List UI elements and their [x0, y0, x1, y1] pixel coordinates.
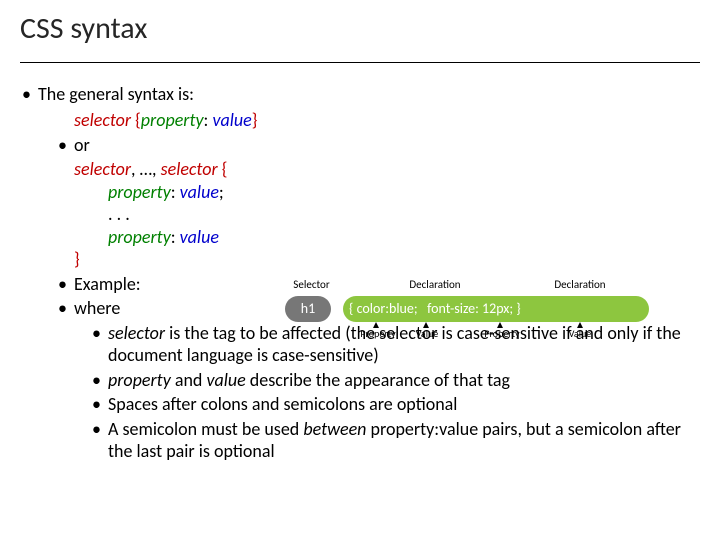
- w2-rest: describe the appearance of that tag: [246, 369, 510, 391]
- css-rule-diagram: Selector Declaration Declaration h1 { co…: [285, 278, 665, 358]
- tok-property: property: [141, 109, 204, 131]
- bullet-general: The general syntax is:: [20, 83, 700, 106]
- tok-lbrace: {: [131, 109, 141, 131]
- syntax2-line4: property: value: [74, 226, 700, 249]
- diagram-decl-2: font-size: 12px;: [427, 300, 513, 317]
- bullet-or: or: [20, 134, 700, 157]
- w2-property: property: [108, 369, 171, 391]
- w2-value: value: [206, 369, 245, 391]
- tok2-lbrace: {: [218, 158, 228, 180]
- syntax-line-1: selector {property: value}: [20, 109, 700, 132]
- tok2-comma: , …,: [131, 158, 161, 180]
- syntax2-line1: selector, …, selector {: [74, 158, 700, 181]
- tok2-dots: . . .: [74, 203, 130, 226]
- diagram-label-declaration-2: Declaration: [545, 278, 615, 292]
- syntax-block-2: selector, …, selector { property: value;…: [20, 158, 700, 271]
- bullet-where-2: property and value describe the appearan…: [20, 369, 700, 392]
- diagram-label-value-2: Value: [560, 328, 600, 341]
- w4-between: between: [303, 418, 366, 440]
- diagram-label-value-1: Value: [407, 328, 447, 341]
- bullet-where-4: A semicolon must be used between propert…: [20, 418, 700, 463]
- bullet-where-3: Spaces after colons and semicolons are o…: [20, 393, 700, 416]
- diagram-label-property-2: Property: [477, 328, 527, 341]
- content-list: The general syntax is: selector {propert…: [20, 83, 700, 463]
- diagram-close-brace: }: [516, 300, 520, 317]
- page-title: CSS syntax: [20, 10, 700, 48]
- tok2-val1: value: [180, 181, 219, 203]
- w2-and: and: [171, 369, 207, 391]
- diagram-decl-1: color:blue;: [357, 300, 418, 317]
- tok-value: value: [212, 109, 251, 131]
- divider: [20, 62, 700, 63]
- tok-rbrace: }: [252, 109, 258, 131]
- slide: CSS syntax The general syntax is: select…: [0, 0, 720, 540]
- diagram-open-brace: {: [349, 300, 353, 317]
- diagram-label-selector: Selector: [289, 278, 334, 292]
- tok2-val2: value: [180, 226, 219, 248]
- tok-selector: selector: [74, 109, 131, 131]
- tok2-prop1: property: [108, 181, 171, 203]
- tok2-colon2: :: [171, 226, 180, 248]
- diagram-label-property-1: Property: [353, 328, 403, 341]
- tok2-colon1: :: [171, 181, 180, 203]
- diagram-selector-pill: h1: [285, 296, 331, 322]
- syntax2-line5: }: [74, 248, 700, 271]
- syntax2-line3: . . .: [74, 203, 700, 226]
- tok2-prop2: property: [108, 226, 171, 248]
- diagram-label-declaration-1: Declaration: [400, 278, 470, 292]
- tok2-semi: ;: [219, 181, 224, 203]
- syntax2-line2: property: value;: [74, 181, 700, 204]
- tok2-sel1: selector: [74, 158, 131, 180]
- w4-a: A semicolon must be used: [108, 418, 303, 440]
- diagram-rule-pill: { color:blue; font-size: 12px; }: [343, 296, 649, 322]
- tok2-sel2: selector: [161, 158, 218, 180]
- w1-selector: selector: [108, 322, 165, 344]
